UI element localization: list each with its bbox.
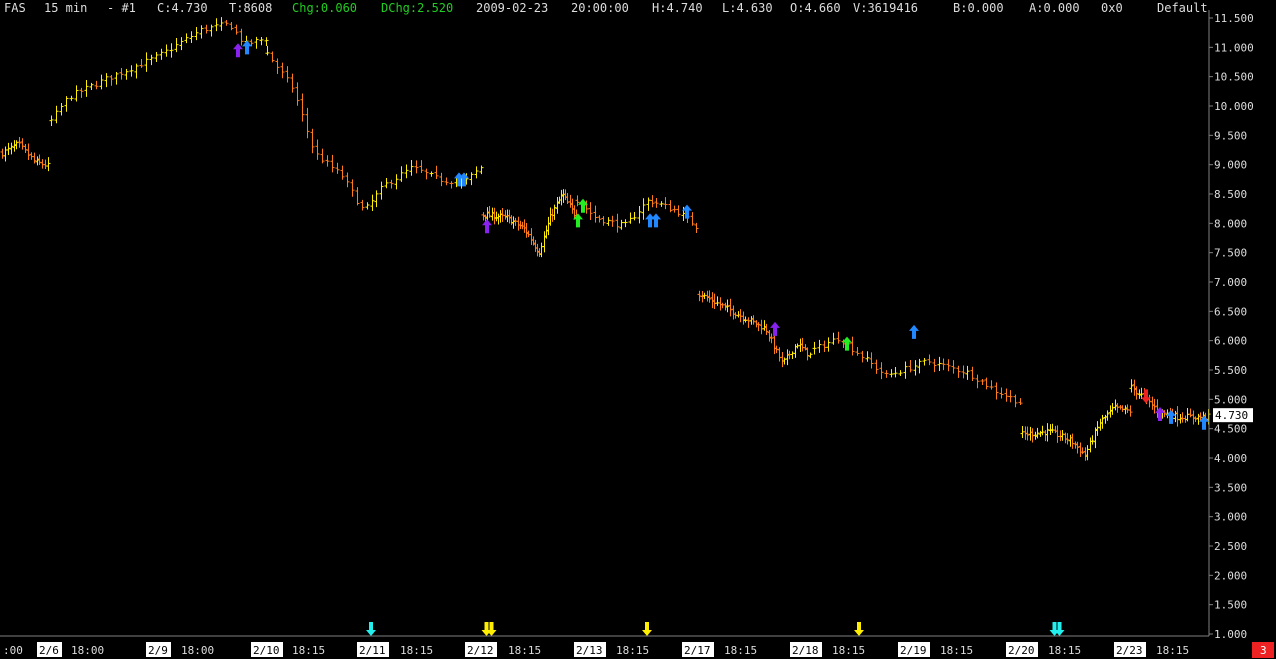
time-label: 18:15 [832,644,865,657]
header-high: H:4.740 [652,1,703,15]
price-tick-label: 4.000 [1214,452,1247,465]
price-tick-label: 9.500 [1214,129,1247,142]
date-label: 2/9 [148,644,168,657]
price-tick-label: 9.000 [1214,159,1247,172]
header-volume: V:3619416 [853,1,918,15]
date-label: 2/11 [359,644,386,657]
price-tick-label: 1.000 [1214,628,1247,641]
time-label: 18:15 [292,644,325,657]
header-size: 0x0 [1101,1,1123,15]
header-time: 20:00:00 [571,1,629,15]
chart-background [0,0,1276,659]
header-trades: T:8608 [229,1,272,15]
corner-badge-label: 3 [1260,644,1267,657]
time-label: 18:15 [616,644,649,657]
price-tick-label: 2.500 [1214,540,1247,553]
price-tick-label: 11.000 [1214,41,1254,54]
date-label: 2/20 [1008,644,1035,657]
header-chart-index: - #1 [107,1,136,15]
time-label: 18:00 [71,644,104,657]
price-tick-label: 6.500 [1214,305,1247,318]
date-label: 2/13 [576,644,603,657]
time-label: 18:15 [940,644,973,657]
date-label: 2/17 [684,644,711,657]
header-open: O:4.660 [790,1,841,15]
time-label: :00 [3,644,23,657]
price-tick-label: 3.500 [1214,481,1247,494]
price-tick-label: 1.500 [1214,599,1247,612]
time-axis-labels: :00 2/6 18:00 2/9 18:00 2/10 18:15 2/11 18:15 2/1… [3,642,1189,657]
header-layout[interactable]: Default [1157,1,1208,15]
price-chart[interactable]: FAS 15 min - #1 C:4.730 T:8608 Chg:0.060… [0,0,1276,659]
time-label: 18:15 [508,644,541,657]
date-label: 2/12 [467,644,494,657]
header-bid: B:0.000 [953,1,1004,15]
price-tick-label: 3.000 [1214,511,1247,524]
price-tick-label: 2.000 [1214,569,1247,582]
header-day-change: DChg:2.520 [381,1,453,15]
last-price-label: 4.730 [1215,409,1248,422]
last-price-tag: 4.730 [1213,408,1253,423]
date-label: 2/23 [1116,644,1143,657]
price-tick-label: 6.000 [1214,335,1247,348]
header-low: L:4.630 [722,1,773,15]
time-label: 18:15 [1048,644,1081,657]
header-symbol: FAS [4,1,26,15]
price-tick-label: 10.000 [1214,100,1254,113]
time-label: 18:00 [181,644,214,657]
corner-badge[interactable]: 3 [1252,642,1274,658]
date-label: 2/19 [900,644,927,657]
price-tick-label: 7.500 [1214,247,1247,260]
date-label: 2/18 [792,644,819,657]
time-label: 18:15 [1156,644,1189,657]
time-label: 18:15 [400,644,433,657]
price-tick-label: 11.500 [1214,12,1254,25]
price-tick-label: 7.000 [1214,276,1247,289]
price-tick-label: 5.500 [1214,364,1247,377]
time-label: 18:15 [724,644,757,657]
header-change: Chg:0.060 [292,1,357,15]
date-label: 2/6 [39,644,59,657]
price-tick-label: 10.500 [1214,71,1254,84]
price-tick-label: 8.000 [1214,217,1247,230]
header-date: 2009-02-23 [476,1,548,15]
price-tick-label: 5.000 [1214,393,1247,406]
price-tick-label: 4.500 [1214,423,1247,436]
header-close: C:4.730 [157,1,208,15]
header-ask: A:0.000 [1029,1,1080,15]
header-interval: 15 min [44,1,87,15]
price-tick-label: 8.500 [1214,188,1247,201]
date-label: 2/10 [253,644,280,657]
